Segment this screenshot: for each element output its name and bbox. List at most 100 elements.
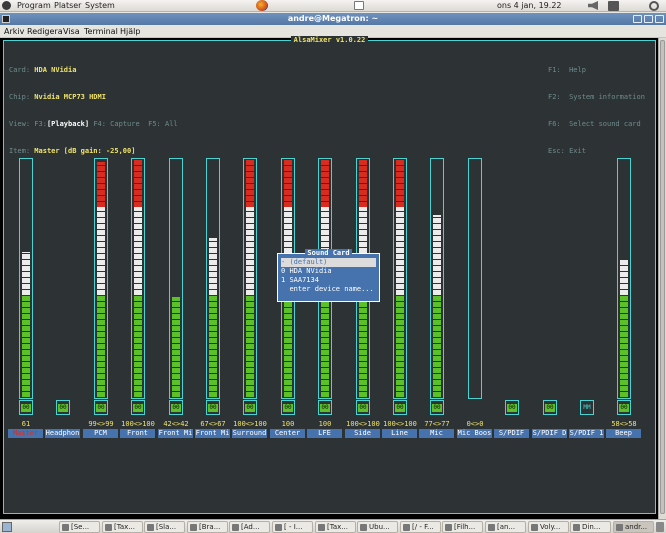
- mute-toggle[interactable]: 00: [393, 400, 407, 415]
- mute-toggle[interactable]: 00: [356, 400, 370, 415]
- firefox-launcher-icon[interactable]: [256, 0, 268, 11]
- sound-card-dialog[interactable]: Sound Card - (default) 0 HDA NVidia 1 SA…: [277, 249, 380, 302]
- volume-fader[interactable]: [393, 158, 407, 399]
- alsamixer-panel[interactable]: AlsaMixer v1.0.22 Card: HDA NVidia Chip:…: [3, 36, 656, 514]
- channel-name[interactable]: S/PDIF 1: [569, 429, 604, 438]
- volume-fader[interactable]: [617, 158, 631, 399]
- mixer-info: Card: HDA NVidia Chip: Nvidia MCP73 HDMI…: [9, 66, 178, 155]
- menu-redigera[interactable]: Redigera: [27, 27, 63, 36]
- terminal-area[interactable]: AlsaMixer v1.0.22 Card: HDA NVidia Chip:…: [0, 36, 658, 519]
- channel-name[interactable]: Headphon: [45, 429, 80, 438]
- taskbar-button[interactable]: [Sla...: [144, 521, 185, 533]
- panel-clock[interactable]: ons 4 jan, 19.22: [497, 1, 562, 10]
- taskbar-button[interactable]: [Tax...: [102, 521, 143, 533]
- mute-toggle[interactable]: 00: [94, 400, 108, 415]
- volume-fader[interactable]: [19, 158, 33, 399]
- taskbar-button[interactable]: [Filh...: [442, 521, 483, 533]
- channel-name[interactable]: Side: [345, 429, 380, 438]
- mute-toggle[interactable]: MM: [580, 400, 594, 415]
- channel-name[interactable]: Master: [8, 429, 43, 438]
- channel-name[interactable]: Line: [382, 429, 417, 438]
- minimize-button[interactable]: [633, 15, 642, 23]
- volume-fader[interactable]: [94, 158, 108, 399]
- menu-terminal[interactable]: Terminal: [84, 27, 118, 36]
- channel-name[interactable]: Front Mi: [158, 429, 193, 438]
- app-icon: [190, 524, 197, 531]
- channel-name[interactable]: Mic Boos: [457, 429, 492, 438]
- taskbar-label: [Tax...: [327, 523, 348, 531]
- notes-launcher-icon[interactable]: [354, 1, 364, 10]
- taskbar-button[interactable]: [Bra...: [187, 521, 228, 533]
- window-titlebar[interactable]: andre@Megatron: ~: [0, 13, 666, 25]
- mute-toggle[interactable]: 00: [131, 400, 145, 415]
- taskbar-button[interactable]: Din...: [570, 521, 611, 533]
- mute-toggle[interactable]: 00: [169, 400, 183, 415]
- channel-name[interactable]: Front: [120, 429, 155, 438]
- gnome-foot-icon[interactable]: [2, 1, 11, 10]
- taskbar-button[interactable]: [ - I...: [272, 521, 313, 533]
- panel-menu-program[interactable]: Program: [17, 1, 51, 10]
- channel-name[interactable]: Center: [270, 429, 305, 438]
- maximize-button[interactable]: [644, 15, 653, 23]
- mute-toggle[interactable]: 00: [243, 400, 257, 415]
- mute-toggle[interactable]: 00: [206, 400, 220, 415]
- card-option-hda[interactable]: 0 HDA NVidia: [281, 267, 376, 276]
- channel-name[interactable]: Beep: [606, 429, 641, 438]
- trash-icon[interactable]: [656, 522, 664, 532]
- mute-toggle[interactable]: 00: [19, 400, 33, 415]
- level-green: [246, 295, 254, 397]
- taskbar-button[interactable]: [Ad...: [229, 521, 270, 533]
- panel-menu-system[interactable]: System: [85, 1, 115, 10]
- power-icon[interactable]: [649, 1, 659, 11]
- panel-menu-platser[interactable]: Platser: [54, 1, 81, 10]
- volume-fader[interactable]: [430, 158, 444, 399]
- card-option-enter-name[interactable]: enter device name...: [281, 285, 376, 294]
- taskbar-button[interactable]: [Se...: [59, 521, 100, 533]
- taskbar-button[interactable]: Ubu...: [357, 521, 398, 533]
- app-icon: [360, 524, 367, 531]
- terminal-scrollbar[interactable]: [658, 38, 666, 519]
- menu-visa[interactable]: Visa: [63, 27, 80, 36]
- channel-name[interactable]: Front Mi: [195, 429, 230, 438]
- network-icon[interactable]: [608, 1, 619, 11]
- mute-toggle[interactable]: 00: [505, 400, 519, 415]
- channel-name[interactable]: S/PDIF D: [532, 429, 567, 438]
- view-all[interactable]: F5: All: [148, 120, 178, 128]
- channel-name[interactable]: Surround: [232, 429, 267, 438]
- mute-toggle[interactable]: 00: [281, 400, 295, 415]
- mute-toggle[interactable]: 00: [56, 400, 70, 415]
- volume-readout: 0<>0: [466, 420, 484, 428]
- view-playback[interactable]: [Playback]: [47, 120, 89, 128]
- card-option-saa[interactable]: 1 SAA7134: [281, 276, 376, 285]
- volume-fader[interactable]: [206, 158, 220, 399]
- mute-toggle[interactable]: 00: [543, 400, 557, 415]
- card-option-default[interactable]: - (default): [281, 258, 376, 267]
- taskbar-button[interactable]: Voly...: [528, 521, 569, 533]
- volume-fader[interactable]: [131, 158, 145, 399]
- volume-fader[interactable]: [243, 158, 257, 399]
- mute-toggle[interactable]: 00: [617, 400, 631, 415]
- taskbar-button[interactable]: andr...: [613, 521, 654, 533]
- level-red: [284, 160, 292, 207]
- top-panel: Program Platser System ons 4 jan, 19.22: [0, 0, 666, 12]
- view-capture[interactable]: F4: Capture: [93, 120, 139, 128]
- mute-toggle[interactable]: 00: [318, 400, 332, 415]
- taskbar-button[interactable]: [an...: [485, 521, 526, 533]
- volume-icon[interactable]: [588, 1, 598, 10]
- taskbar-button[interactable]: [Tax...: [315, 521, 356, 533]
- taskbar-label: Voly...: [540, 523, 561, 531]
- volume-fader[interactable]: [468, 158, 482, 399]
- channel-name[interactable]: LFE: [307, 429, 342, 438]
- scrollbar-thumb[interactable]: [660, 40, 665, 514]
- channel-name[interactable]: S/PDIF: [494, 429, 529, 438]
- volume-fader[interactable]: [169, 158, 183, 399]
- show-desktop-icon[interactable]: [2, 522, 12, 532]
- menu-hjalp[interactable]: Hjälp: [120, 27, 140, 36]
- menu-arkiv[interactable]: Arkiv: [4, 27, 24, 36]
- taskbar-button[interactable]: [/ - F...: [400, 521, 441, 533]
- mute-toggle[interactable]: 00: [430, 400, 444, 415]
- channel-name[interactable]: Mic: [419, 429, 454, 438]
- close-button[interactable]: [655, 15, 664, 23]
- level-white: [97, 207, 105, 295]
- channel-name[interactable]: PCM: [83, 429, 118, 438]
